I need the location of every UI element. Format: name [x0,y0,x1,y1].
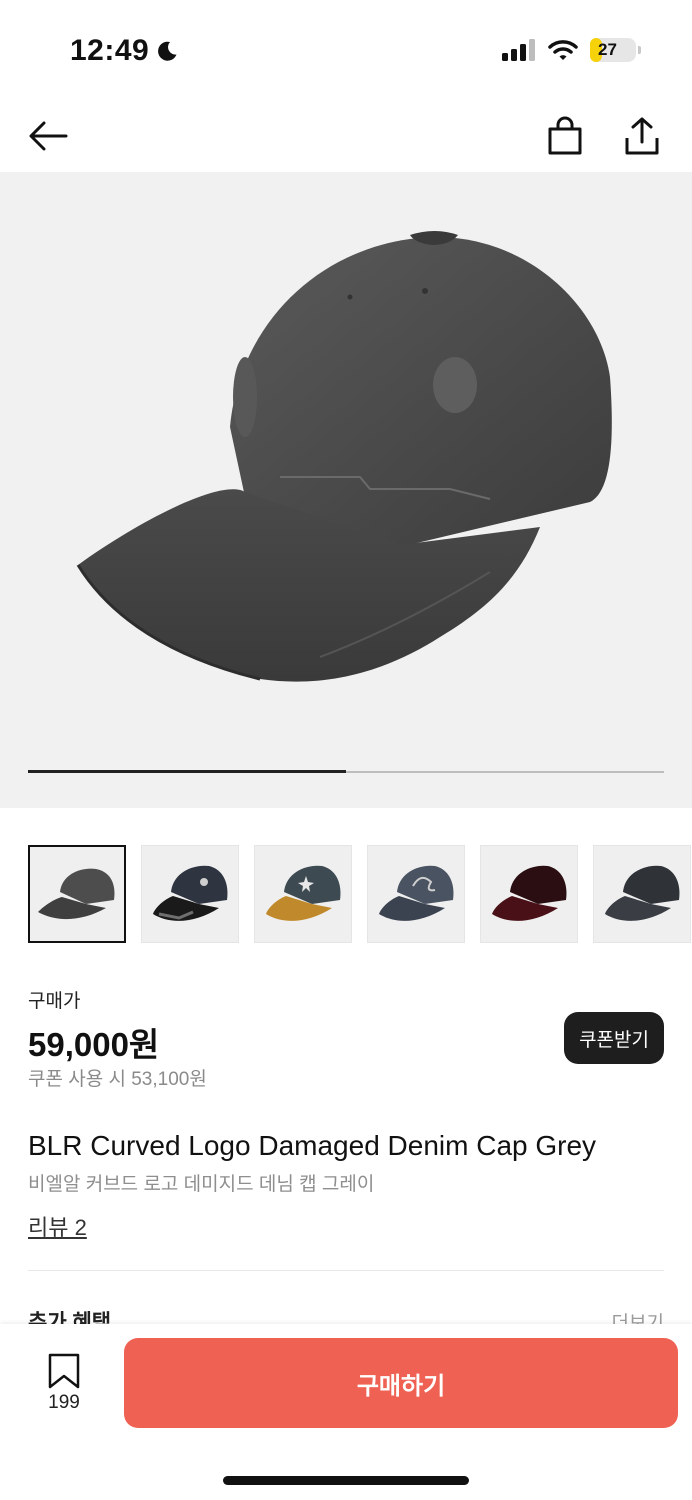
product-name-korean: 비엘알 커브드 로고 데미지드 데님 캡 그레이 [28,1174,375,1195]
gallery-progress [28,770,664,773]
battery-icon: 27 [590,38,641,62]
bottom-action-bar: 199 구매하기 [0,1324,692,1500]
thumbnail-5[interactable] [480,845,578,943]
shopping-bag-icon [548,116,582,155]
product-name: BLR Curved Logo Damaged Denim Cap Grey [28,1130,597,1161]
thumbnail-6[interactable] [593,845,691,943]
status-time-text: 12:49 [70,34,150,67]
back-button[interactable] [24,112,72,160]
back-arrow-icon [29,121,68,151]
thumbnail-grey-cap-image [38,868,115,920]
review-link[interactable]: 리뷰 2 [28,1210,87,1242]
status-bar: 12:49 27 [0,0,692,100]
status-indicators: 27 [502,38,641,62]
section-divider [28,1270,664,1271]
thumbnail-burgundy-cap-image [492,865,567,921]
thumbnail-navy-cap-image [379,865,454,921]
signal-icon [502,39,535,61]
home-indicator [223,1476,469,1485]
gallery-progress-fill [28,770,346,773]
thumbnail-4[interactable] [367,845,465,943]
buy-button[interactable]: 구매하기 [124,1338,678,1428]
status-time: 12:49 [70,34,179,68]
top-nav [0,100,692,172]
thumbnail-1[interactable] [28,845,126,943]
coupon-button[interactable]: 쿠폰받기 [564,1012,664,1064]
thumbnail-strip [28,845,691,943]
battery-level: 27 [598,40,617,59]
bookmark-count: 199 [48,1392,80,1413]
bookmark-icon [48,1353,80,1389]
thumbnail-black-cap-image [153,865,228,921]
thumbnail-3[interactable] [254,845,352,943]
price-label: 구매가 [28,991,81,1012]
product-image-gallery[interactable] [0,172,692,808]
share-button[interactable] [618,112,666,160]
coupon-price: 쿠폰 사용 시 53,100원 [28,1069,207,1090]
bookmark-button[interactable]: 199 [36,1352,92,1414]
moon-icon [158,41,177,61]
thumbnail-charcoal-cap-image [605,865,680,921]
product-price: 59,000원 [28,1026,160,1063]
share-icon [625,117,659,155]
wifi-icon [548,40,578,60]
thumbnail-2[interactable] [141,845,239,943]
battery-tip [638,46,641,54]
thumbnail-washed-cap-image [266,865,341,921]
product-image-cap [76,231,612,682]
cart-button[interactable] [541,112,589,160]
